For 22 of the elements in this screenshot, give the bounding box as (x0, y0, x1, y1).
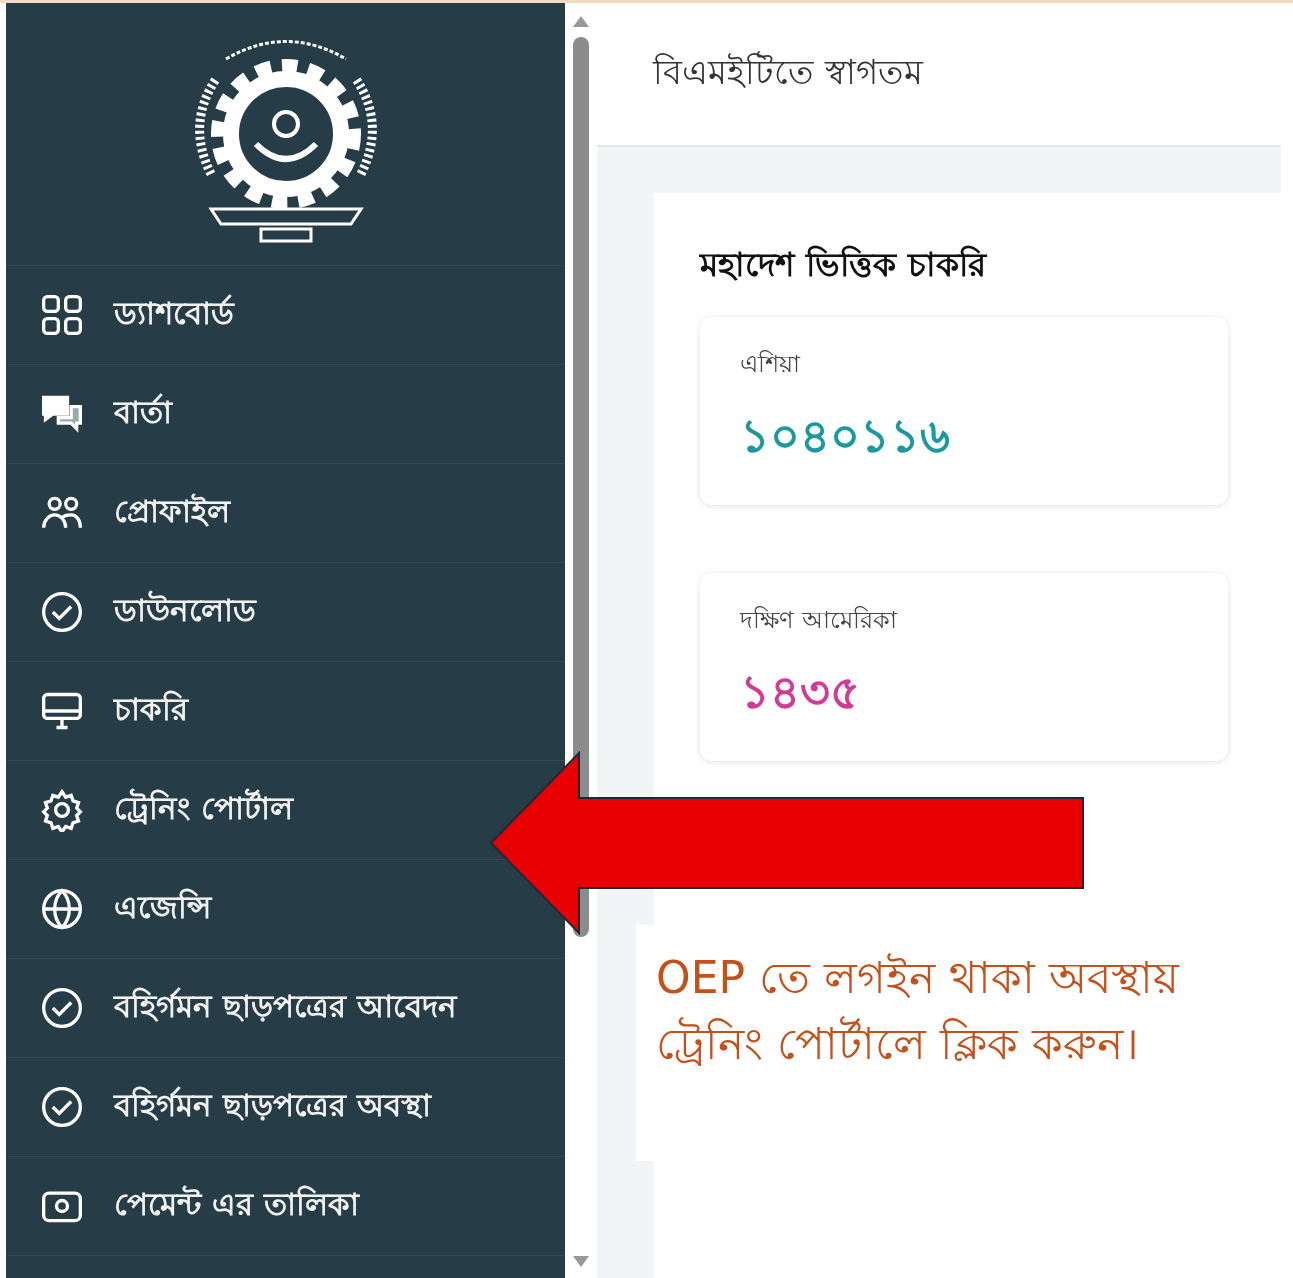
region-label: দক্ষিণ আমেরিকা (740, 605, 899, 637)
grid-icon (40, 293, 84, 337)
sidebar-item[interactable]: ডাউনলোড (6, 563, 484, 661)
globe-icon (40, 887, 84, 931)
sidebar-item[interactable]: পেমেন্ট এর তালিকা (6, 1157, 484, 1255)
sidebar-item[interactable]: প্রোফাইল (6, 464, 484, 562)
job-count: ১০৪০১১৬ (740, 408, 951, 466)
job-count: ১৪৩৫ (740, 664, 861, 722)
settings-icon (40, 788, 84, 832)
sidebar-item[interactable]: চাকরি (6, 662, 484, 760)
check-circle-icon (40, 590, 84, 634)
check-circle-icon (40, 1085, 84, 1129)
sidebar-item[interactable]: ড্যাশবোর্ড (6, 266, 484, 364)
card-title: মহাদেশ ভিত্তিক চাকরি (700, 244, 988, 287)
check-circle-icon (40, 986, 84, 1030)
sidebar-item[interactable]: বহির্গমন ছাড়পত্রের আবেদন (6, 959, 484, 1057)
sidebar-item[interactable]: বার্তা (6, 365, 484, 463)
sidebar-item[interactable]: বহির্গমন ছাড়পত্রের অবস্থা (6, 1058, 484, 1156)
region-label: এশিয়া (740, 349, 802, 381)
page-title: বিএমইটিতে স্বাগতম (653, 50, 923, 94)
sidebar-item[interactable]: ট্রেনিং পোর্টাল (6, 761, 484, 859)
sidebar-item[interactable]: এজেন্সি (6, 860, 484, 958)
